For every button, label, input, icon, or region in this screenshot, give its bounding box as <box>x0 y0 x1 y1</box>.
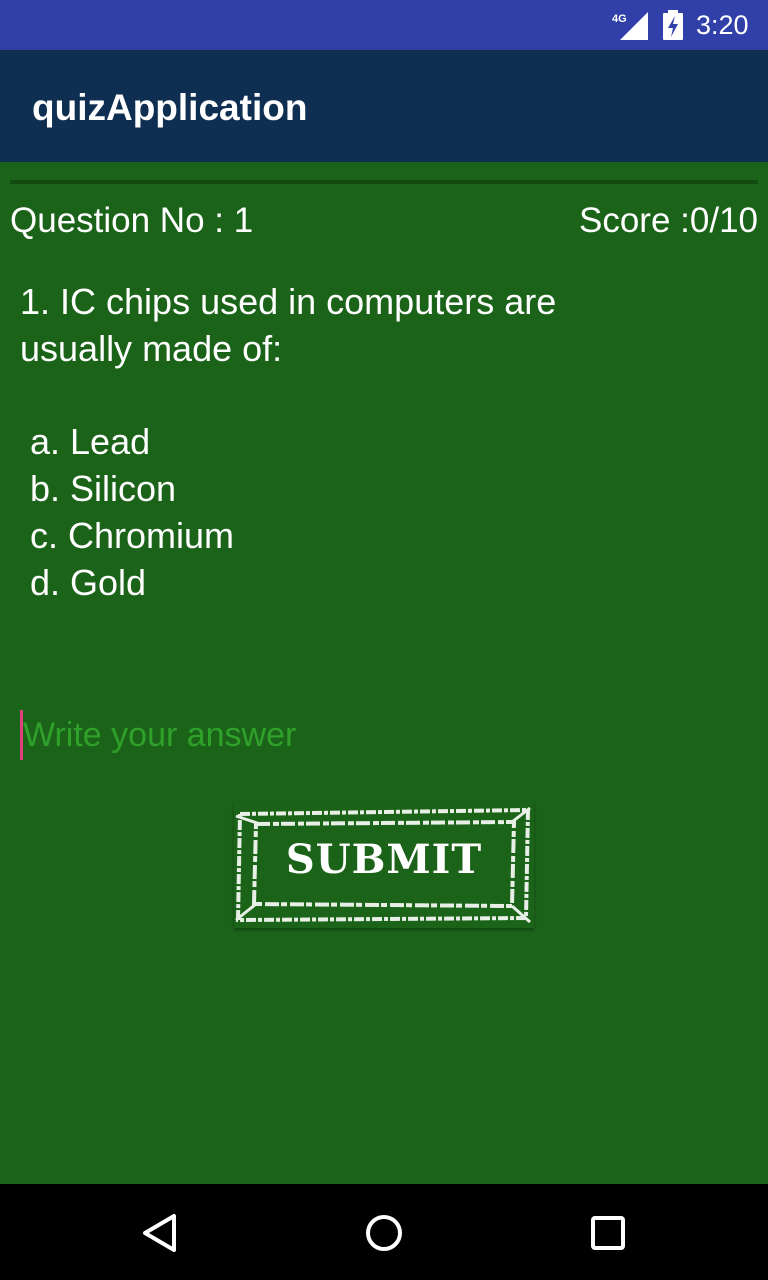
quiz-content: Question No : 1 Score :0/10 1. IC chips … <box>0 162 768 1184</box>
submit-button-label: SUBMIT <box>285 836 483 883</box>
question-number-label: Question No : 1 <box>10 201 254 240</box>
score-label: Score :0/10 <box>579 201 758 240</box>
option-d: d. Gold <box>30 562 147 603</box>
home-icon[interactable] <box>359 1208 409 1258</box>
question-line-1: 1. IC chips used in computers are <box>20 281 557 322</box>
app-title: quizApplication <box>32 87 308 128</box>
status-bar: 4G 3:20 <box>0 0 768 50</box>
submit-button[interactable]: SUBMIT <box>234 802 534 928</box>
option-c: c. Chromium <box>30 515 235 556</box>
recents-icon[interactable] <box>583 1208 633 1258</box>
option-a: a. Lead <box>30 421 151 462</box>
battery-charging-icon <box>663 10 683 40</box>
question-line-2: usually made of: <box>20 328 283 369</box>
divider-line <box>10 180 758 184</box>
question-text: 1. IC chips used in computers are usuall… <box>20 278 740 372</box>
signal-icon: 4G <box>612 12 648 40</box>
app-bar: quizApplication <box>0 50 768 162</box>
network-type-label: 4G <box>612 13 627 25</box>
navigation-bar <box>0 1184 768 1280</box>
back-icon[interactable] <box>134 1208 184 1258</box>
clock-time: 3:20 <box>696 10 749 40</box>
options-list: a. Lead b. Silicon c. Chromium d. Gold <box>30 418 730 606</box>
answer-input[interactable] <box>20 710 723 760</box>
option-b: b. Silicon <box>30 468 177 509</box>
